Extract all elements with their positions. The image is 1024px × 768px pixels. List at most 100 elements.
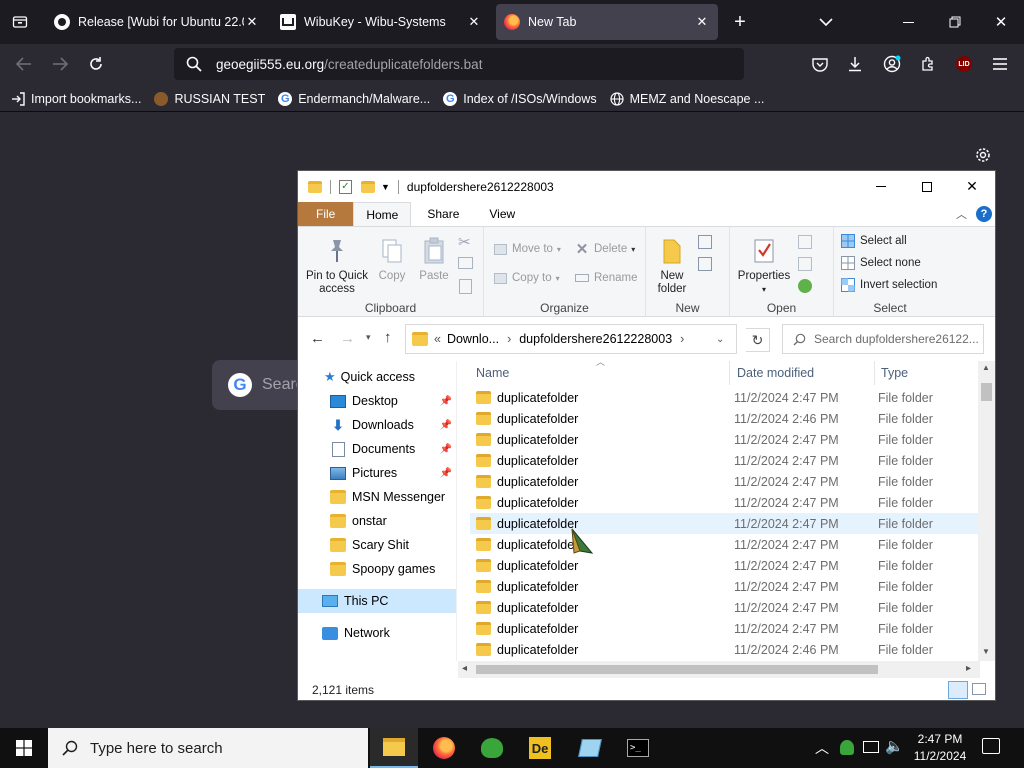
nav-this-pc[interactable]: This PC (298, 589, 456, 613)
address-dropdown-chevron-icon[interactable]: ⌄ (716, 334, 724, 345)
back-arrow-icon[interactable] (12, 52, 36, 76)
history-icon[interactable] (798, 279, 812, 293)
scroll-thumb[interactable] (981, 383, 992, 401)
taskbar-notepad[interactable] (566, 728, 614, 768)
restore-icon[interactable] (943, 10, 967, 34)
scroll-down-icon[interactable]: ▼ (982, 647, 990, 656)
paste-button[interactable]: Paste (414, 235, 454, 283)
file-row[interactable]: duplicatefolder 11/2/2024 2:47 PM File fol… (470, 471, 978, 492)
taskbar-file-explorer[interactable] (370, 728, 418, 768)
new-folder-icon[interactable] (361, 180, 375, 193)
taskbar-dexpot[interactable]: De (516, 728, 564, 768)
nav-desktop[interactable]: Desktop 📌 (298, 389, 456, 413)
taskbar-firefox[interactable] (420, 728, 468, 768)
scroll-up-icon[interactable]: ▲ (982, 363, 990, 372)
nav-documents[interactable]: Documents 📌 (298, 437, 456, 461)
nav-network[interactable]: Network (298, 621, 456, 645)
tab-file[interactable]: File (298, 202, 354, 226)
copy-path-icon[interactable] (458, 257, 473, 269)
breadcrumb-downloads[interactable]: Downlo... (447, 332, 499, 346)
easy-access-icon[interactable] (698, 257, 712, 271)
paste-shortcut-icon[interactable] (459, 279, 472, 294)
properties-check-icon[interactable]: ✓ (339, 179, 352, 194)
network-tray-icon[interactable] (863, 741, 879, 753)
back-arrow-icon[interactable]: ← (310, 330, 325, 347)
minimize-icon[interactable] (858, 171, 904, 202)
column-name[interactable]: Name (470, 361, 730, 385)
breadcrumb-overflow[interactable]: « (434, 332, 441, 346)
bookmark-memz[interactable]: MEMZ and Noescape ... (609, 91, 764, 107)
file-row[interactable]: duplicatefolder 11/2/2024 2:47 PM File fol… (470, 576, 978, 597)
volume-icon[interactable]: 🔈 (885, 737, 904, 755)
tab-view[interactable]: View (475, 202, 529, 226)
tab-github-release[interactable]: Release [Wubi for Ubuntu 22.04 ✕ (46, 4, 268, 40)
file-row[interactable]: duplicatefolder 11/2/2024 2:46 PM File fol… (470, 408, 978, 429)
tab-share[interactable]: Share (411, 202, 475, 226)
nav-pane-divider[interactable] (456, 361, 457, 661)
bookmark-import[interactable]: Import bookmarks... (10, 91, 141, 107)
taskbar-terminal[interactable]: >_ (614, 728, 662, 768)
close-icon[interactable]: ✕ (694, 14, 710, 30)
nav-scary-shit[interactable]: Scary Shit (298, 533, 456, 557)
vertical-scrollbar[interactable]: ▲ ▼ (978, 361, 995, 661)
nav-pictures[interactable]: Pictures 📌 (298, 461, 456, 485)
file-row[interactable]: duplicatefolder 11/2/2024 2:47 PM File fol… (470, 534, 978, 555)
pin-to-quick-access-button[interactable]: Pin to Quick access (304, 235, 370, 296)
close-window-icon[interactable]: ✕ (989, 10, 1013, 34)
file-row[interactable]: duplicatefolder 11/2/2024 2:47 PM File fol… (470, 513, 978, 534)
file-row[interactable]: duplicatefolder 11/2/2024 2:47 PM File fol… (470, 555, 978, 576)
select-all-button[interactable]: Select all (840, 233, 907, 249)
column-type[interactable]: Type (875, 361, 975, 385)
tab-wibukey[interactable]: WibuKey - Wibu-Systems ✕ (272, 4, 490, 40)
scroll-thumb[interactable] (476, 665, 878, 674)
large-icons-view-icon[interactable] (972, 683, 986, 695)
ublock-origin-icon[interactable]: LID (952, 52, 976, 76)
bookmark-endermanch[interactable]: G Endermanch/Malware... (277, 91, 430, 107)
rename-button[interactable]: Rename (574, 270, 637, 286)
downloads-icon[interactable] (843, 52, 867, 76)
new-item-icon[interactable] (698, 235, 712, 249)
file-row[interactable]: duplicatefolder 11/2/2024 2:47 PM File fol… (470, 450, 978, 471)
close-icon[interactable]: ✕ (949, 171, 995, 202)
extensions-icon[interactable] (916, 52, 940, 76)
taskbar-search-box[interactable]: Type here to search (48, 728, 368, 768)
new-folder-button[interactable]: New folder (652, 235, 692, 296)
help-icon[interactable]: ? (976, 206, 992, 222)
reload-icon[interactable] (84, 52, 108, 76)
start-windows-icon[interactable] (0, 728, 48, 768)
hamburger-menu-icon[interactable] (988, 52, 1012, 76)
refresh-icon[interactable]: ↻ (746, 328, 770, 352)
folder-search-input[interactable]: Search dupfoldershere26122... (782, 324, 984, 354)
file-row[interactable]: duplicatefolder 11/2/2024 2:47 PM File fol… (470, 429, 978, 450)
open-icon[interactable] (798, 235, 812, 249)
gear-icon[interactable] (972, 144, 994, 166)
collapse-ribbon-chevron-icon[interactable]: ︿ (956, 206, 967, 222)
forward-arrow-icon[interactable]: → (340, 330, 355, 347)
close-icon[interactable]: ✕ (466, 14, 482, 30)
file-row[interactable]: duplicatefolder 11/2/2024 2:47 PM File fol… (470, 597, 978, 618)
nav-msn-messenger[interactable]: MSN Messenger (298, 485, 456, 509)
edit-icon[interactable] (798, 257, 812, 271)
properties-button[interactable]: Properties ▾ (736, 235, 792, 296)
cut-icon[interactable]: ✂ (458, 233, 471, 251)
customize-qat-icon[interactable]: ▼ (381, 182, 390, 192)
maximize-icon[interactable] (904, 171, 950, 202)
up-arrow-icon[interactable]: ↑ (384, 329, 392, 346)
tray-user-icon[interactable] (840, 740, 854, 755)
invert-selection-button[interactable]: Invert selection (840, 277, 937, 293)
copy-to-button[interactable]: Copy to ▾ (492, 270, 560, 286)
list-tabs-chevron-icon[interactable] (814, 10, 838, 34)
breadcrumb-current[interactable]: dupfoldershere2612228003 (519, 332, 672, 346)
url-bar[interactable]: geoegii555.eu.org/createduplicatefolders… (174, 48, 744, 80)
column-date-modified[interactable]: Date modified (731, 361, 875, 385)
recent-locations-chevron-icon[interactable]: ▾ (366, 332, 371, 343)
file-row[interactable]: duplicatefolder 11/2/2024 2:47 PM File fol… (470, 618, 978, 639)
nav-downloads[interactable]: ⬇ Downloads 📌 (298, 413, 456, 437)
taskbar-msn-messenger[interactable] (468, 728, 516, 768)
minimize-icon[interactable] (896, 10, 920, 34)
new-tab-plus-icon[interactable]: + (728, 10, 752, 34)
bookmark-russian-test[interactable]: RUSSIAN TEST (153, 91, 265, 107)
horizontal-scrollbar[interactable]: ◂ ▸ (458, 661, 980, 678)
tab-home[interactable]: Home (353, 202, 412, 226)
account-icon[interactable] (880, 52, 904, 76)
